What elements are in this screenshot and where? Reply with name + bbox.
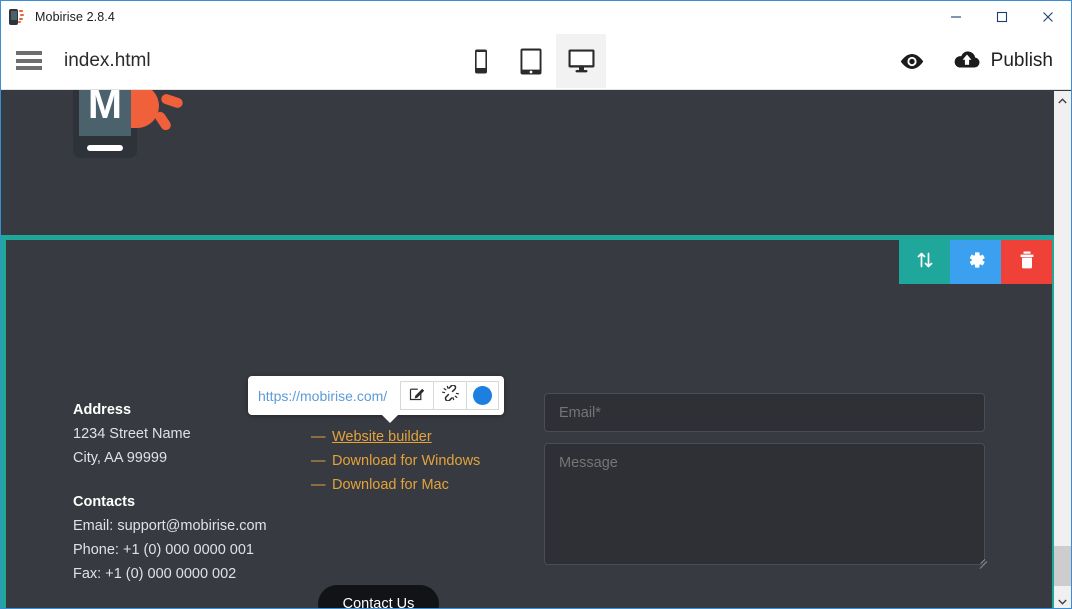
link-popup-arrow — [381, 414, 399, 423]
maximize-button[interactable] — [979, 1, 1025, 32]
contacts-line: Email: support@mobirise.com — [73, 518, 267, 534]
trash-icon — [1018, 250, 1036, 275]
move-updown-icon — [915, 250, 935, 275]
logo-burst-icon — [131, 90, 185, 138]
links-column: — Website builder — Download for Windows —… — [311, 425, 480, 497]
move-block-button[interactable] — [899, 240, 950, 284]
contacts-heading: Contacts — [73, 494, 136, 510]
link-editor-popup: https://mobirise.com/ — [248, 376, 504, 415]
close-button[interactable] — [1025, 1, 1071, 32]
footer-block-above[interactable]: M City, AA 99999 Phone: +1 (0) 000 0000 … — [1, 90, 1071, 231]
site-logo: M — [73, 90, 185, 158]
contacts-line: Fax: +1 (0) 000 0000 002 — [73, 566, 237, 582]
device-desktop-button[interactable] — [556, 34, 606, 88]
link-popup-buttons — [400, 381, 499, 410]
email-input[interactable] — [544, 393, 985, 432]
toolbar-right-actions: Publish — [899, 32, 1053, 90]
address-column: Address 1234 Street Name City, AA 99999 … — [73, 398, 267, 586]
publish-label: Publish — [990, 50, 1053, 71]
chevron-down-icon — [1058, 592, 1067, 609]
page-filename: index.html — [64, 49, 151, 71]
gear-icon — [965, 249, 987, 276]
block-action-toolbar — [899, 240, 1052, 284]
block-settings-button[interactable] — [950, 240, 1001, 284]
address-line: City, AA 99999 — [73, 450, 168, 466]
edit-link-button[interactable] — [400, 381, 433, 410]
cloud-upload-icon — [953, 49, 981, 74]
canvas-scrollbar[interactable] — [1054, 91, 1071, 609]
hamburger-menu-icon[interactable] — [16, 51, 42, 70]
address-line: 1234 Street Name — [73, 426, 191, 442]
editor-toolbar: index.html Publish — [1, 32, 1071, 90]
link-label: Download for Windows — [332, 453, 481, 469]
contacts-line: Phone: +1 (0) 000 0000 001 — [73, 542, 254, 558]
list-dash: — — [311, 429, 326, 445]
minimize-button[interactable] — [933, 1, 979, 32]
mobirise-logo-icon — [8, 8, 26, 26]
device-tablet-button[interactable] — [506, 34, 556, 88]
link-url-text[interactable]: https://mobirise.com/ — [248, 388, 400, 404]
scroll-down-button[interactable] — [1054, 592, 1071, 609]
chevron-up-icon — [1058, 91, 1067, 109]
device-mobile-button[interactable] — [456, 34, 506, 88]
device-preview-switcher — [456, 32, 606, 90]
link-item-website-builder[interactable]: — Website builder — [311, 425, 480, 449]
message-textarea[interactable] — [544, 443, 985, 565]
publish-button[interactable]: Publish — [953, 49, 1053, 74]
address-heading: Address — [73, 402, 132, 418]
window-controls — [933, 1, 1071, 32]
link-label: Download for Mac — [332, 477, 449, 493]
circle-icon — [473, 386, 492, 405]
page-canvas: M City, AA 99999 Phone: +1 (0) 000 0000 … — [1, 90, 1071, 608]
column-spacer — [73, 470, 267, 490]
link-item-download-mac[interactable]: — Download for Mac — [311, 473, 480, 497]
link-label: Website builder — [332, 429, 432, 445]
link-item-download-windows[interactable]: — Download for Windows — [311, 449, 480, 473]
link-color-swatch-button[interactable] — [466, 381, 499, 410]
window-title: Mobirise 2.8.4 — [35, 9, 115, 24]
scrollbar-thumb[interactable] — [1054, 546, 1071, 586]
unlink-button[interactable] — [433, 381, 466, 410]
logo-letter: M — [79, 90, 131, 136]
pencil-square-icon — [409, 385, 425, 406]
contact-form — [544, 393, 990, 569]
delete-block-button[interactable] — [1001, 240, 1052, 284]
window-titlebar: Mobirise 2.8.4 — [1, 1, 1071, 32]
scroll-up-button[interactable] — [1054, 91, 1071, 108]
preview-button[interactable] — [899, 53, 925, 70]
broken-chain-icon — [441, 384, 459, 406]
selected-contact-block[interactable]: Address 1234 Street Name City, AA 99999 … — [1, 235, 1057, 608]
list-dash: — — [311, 477, 326, 493]
list-dash: — — [311, 453, 326, 469]
mobirise-app-window: Mobirise 2.8.4 index.html Publish M Addr… — [0, 0, 1072, 609]
contact-us-button[interactable]: Contact Us — [318, 585, 439, 608]
